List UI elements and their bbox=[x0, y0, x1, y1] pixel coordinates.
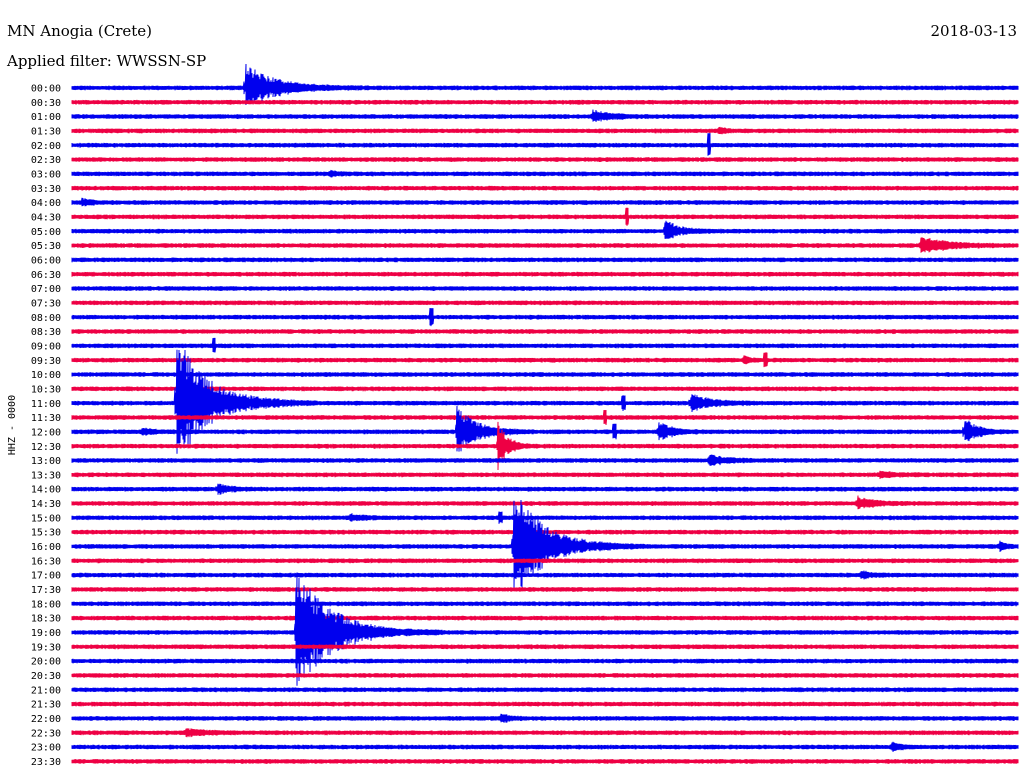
trace-row-2000 bbox=[71, 658, 1019, 664]
row-time-label: 11:30 bbox=[31, 413, 61, 424]
row-time-label: 13:00 bbox=[31, 456, 61, 467]
row-time-label: 03:00 bbox=[31, 169, 61, 180]
row-time-label: 12:00 bbox=[31, 427, 61, 438]
row-time-label: 02:30 bbox=[31, 155, 61, 166]
trace-row-1630 bbox=[71, 558, 1019, 564]
row-time-label: 18:00 bbox=[31, 599, 61, 610]
station-title: MN Anogia (Crete) bbox=[7, 22, 152, 40]
trace-row-0700 bbox=[71, 286, 1019, 292]
row-time-label: 23:00 bbox=[31, 743, 61, 754]
row-time-label: 01:30 bbox=[31, 126, 61, 137]
row-time-label: 21:00 bbox=[31, 685, 61, 696]
row-time-label: 21:30 bbox=[31, 700, 61, 711]
row-time-label: 19:00 bbox=[31, 628, 61, 639]
row-time-label: 14:30 bbox=[31, 499, 61, 510]
row-time-label: 07:00 bbox=[31, 284, 61, 295]
row-time-label: 14:00 bbox=[31, 485, 61, 496]
row-time-label: 13:30 bbox=[31, 470, 61, 481]
row-time-label: 16:30 bbox=[31, 556, 61, 567]
row-time-label: 08:30 bbox=[31, 327, 61, 338]
row-time-label: 04:00 bbox=[31, 198, 61, 209]
row-time-label: 10:00 bbox=[31, 370, 61, 381]
row-time-label: 02:00 bbox=[31, 141, 61, 152]
row-time-label: 03:30 bbox=[31, 184, 61, 195]
row-time-label: 20:00 bbox=[31, 657, 61, 668]
row-time-label: 05:30 bbox=[31, 241, 61, 252]
row-time-label: 08:00 bbox=[31, 313, 61, 324]
row-time-label: 10:30 bbox=[31, 384, 61, 395]
row-time-label: 16:00 bbox=[31, 542, 61, 553]
channel-label: HHZ - 0000 bbox=[7, 395, 18, 455]
row-time-label: 06:00 bbox=[31, 255, 61, 266]
row-time-label: 17:00 bbox=[31, 571, 61, 582]
row-time-label: 00:00 bbox=[31, 84, 61, 95]
row-time-label: 06:30 bbox=[31, 270, 61, 281]
filter-label: Applied filter: WWSSN-SP bbox=[6, 52, 206, 70]
row-time-label: 20:30 bbox=[31, 671, 61, 682]
row-time-label: 18:30 bbox=[31, 614, 61, 625]
row-time-label: 17:30 bbox=[31, 585, 61, 596]
row-time-label: 12:30 bbox=[31, 442, 61, 453]
row-time-label: 00:30 bbox=[31, 98, 61, 109]
row-time-label: 22:00 bbox=[31, 714, 61, 725]
row-time-label: 15:30 bbox=[31, 528, 61, 539]
row-time-label: 23:30 bbox=[31, 757, 61, 768]
row-time-label: 04:30 bbox=[31, 212, 61, 223]
row-time-label: 07:30 bbox=[31, 298, 61, 309]
row-time-label: 19:30 bbox=[31, 642, 61, 653]
row-time-label: 05:00 bbox=[31, 227, 61, 238]
row-time-label: 22:30 bbox=[31, 728, 61, 739]
row-time-label: 15:00 bbox=[31, 513, 61, 524]
helicorder-plot: MN Anogia (Crete) 2018-03-13 Applied fil… bbox=[0, 0, 1024, 780]
row-time-label: 09:30 bbox=[31, 356, 61, 367]
record-date: 2018-03-13 bbox=[931, 22, 1017, 40]
row-time-label: 01:00 bbox=[31, 112, 61, 123]
row-time-label: 09:00 bbox=[31, 341, 61, 352]
row-time-label: 11:00 bbox=[31, 399, 61, 410]
